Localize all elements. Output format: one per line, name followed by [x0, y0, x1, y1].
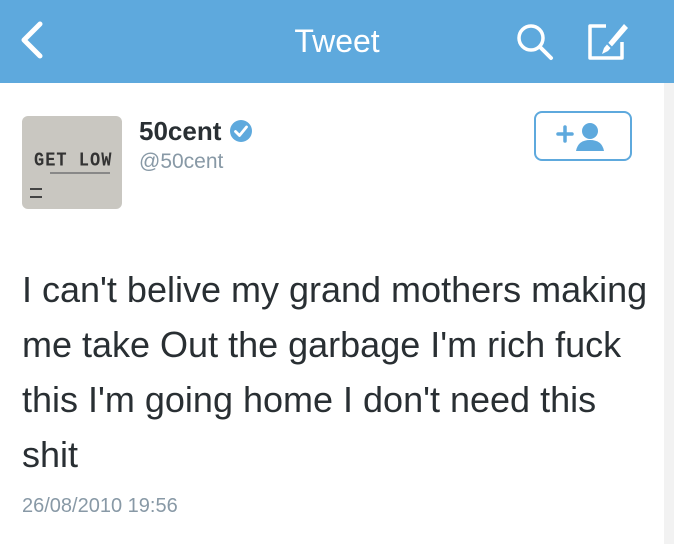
search-icon[interactable]: [513, 20, 557, 64]
scroll-track[interactable]: [664, 83, 674, 544]
tweet-timestamp: 26/08/2010 19:56: [22, 495, 178, 517]
compose-icon[interactable]: [584, 20, 630, 64]
verified-badge-icon: [230, 120, 253, 142]
follow-user-icon: [556, 123, 604, 151]
author-name[interactable]: 50cent: [139, 116, 221, 147]
avatar[interactable]: GET LOW: [22, 116, 122, 209]
avatar-cover-subline: [50, 172, 110, 174]
tweet-text: I can't belive my grand mothers making m…: [22, 269, 648, 475]
follow-button[interactable]: [534, 111, 632, 161]
author-name-row[interactable]: 50cent: [139, 114, 253, 148]
avatar-cover-text: GET LOW: [34, 150, 113, 173]
avatar-cover-logo: [30, 188, 42, 198]
page-title: Tweet: [294, 23, 380, 59]
navigation-bar: Tweet: [0, 0, 674, 83]
author-handle[interactable]: @50cent: [139, 150, 223, 174]
